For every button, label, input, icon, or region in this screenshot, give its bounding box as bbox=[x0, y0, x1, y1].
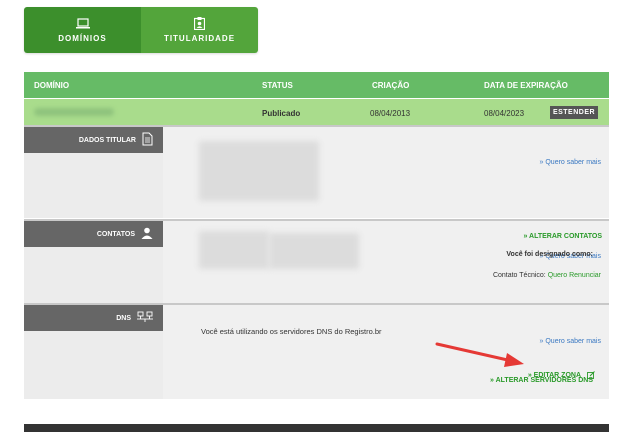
footer-bar bbox=[24, 424, 609, 432]
annotation-arrow bbox=[435, 342, 524, 367]
